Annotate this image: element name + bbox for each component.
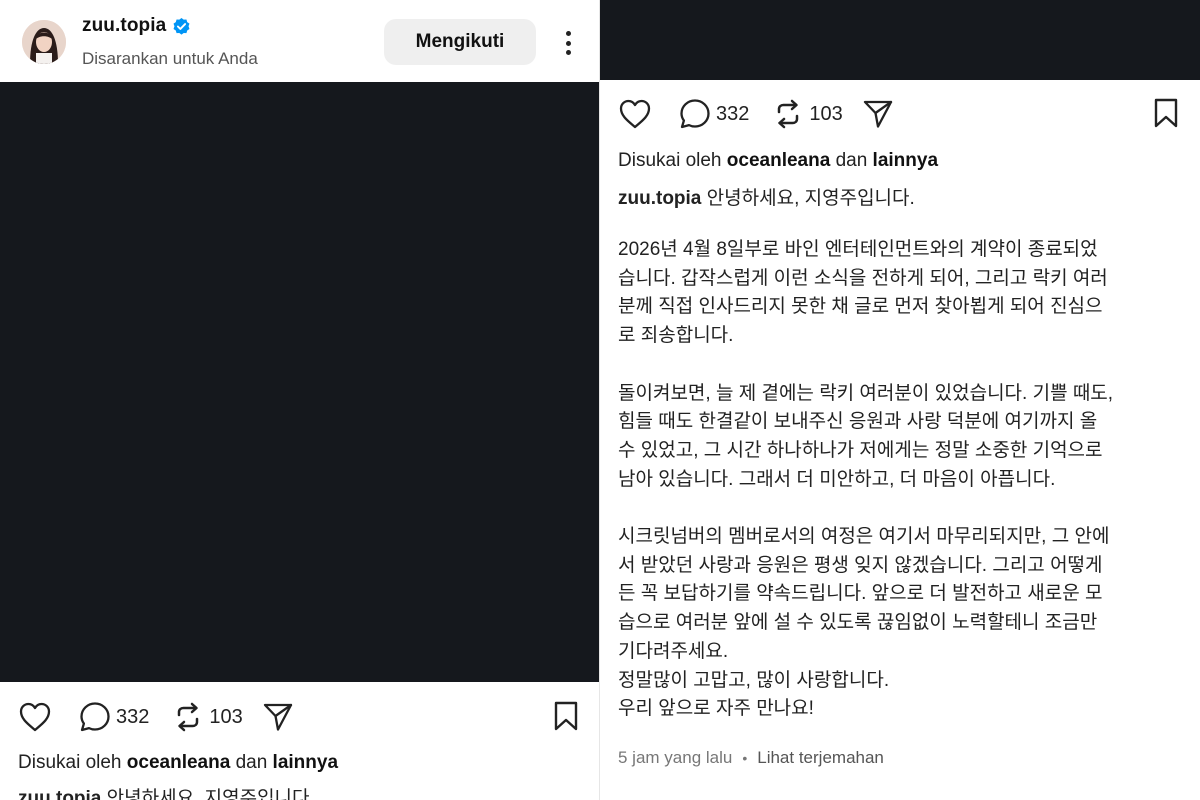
repost-button[interactable]: 103 [771,97,843,131]
likes-summary: Disukai oleh oceanleana dan lainnya [18,752,338,774]
caption-first-line: zuu.topia 안녕하세요, 지영주입니다. [618,183,915,210]
caption-text: 안녕하세요, 지영주입니다. [706,188,915,209]
likes-others[interactable]: lainnya [273,752,338,773]
username-row: zuu.topia [82,15,191,37]
repost-icon [178,702,199,732]
post-header: zuu.topia Disarankan untuk Anda Mengikut… [0,0,599,82]
caption-body: 2026년 4월 8일부로 바인 엔터테인먼트와의 계약이 종료되었 습니다. … [618,236,1188,724]
likes-middle: dan [235,752,268,773]
repost-button[interactable]: 103 [171,700,243,734]
like-button[interactable] [618,98,652,130]
liker-username[interactable]: oceanleana [127,752,231,773]
caption-author[interactable]: zuu.topia [18,788,101,800]
like-button[interactable] [18,701,52,733]
repost-icon [778,99,799,129]
bookmark-icon [1154,98,1178,128]
likes-prefix: Disukai oleh [18,752,122,773]
heart-icon [19,702,51,732]
meta-separator: • [742,750,748,766]
post-panel-left: zuu.topia Disarankan untuk Anda Mengikut… [0,0,600,800]
save-button[interactable] [552,700,580,737]
send-icon [263,703,292,731]
caption-first-line: zuu.topia 안녕하세요, 지영주입니다. [18,783,315,800]
comment-icon [680,99,710,129]
save-button[interactable] [1152,97,1180,134]
comment-button[interactable]: 332 [678,97,749,131]
likes-middle: dan [835,150,868,171]
share-button[interactable] [861,97,895,131]
more-vertical-icon[interactable] [556,26,580,60]
comment-count: 332 [716,102,750,125]
repost-count: 103 [809,102,843,125]
post-timestamp: 5 jam yang lalu [618,748,733,767]
share-button[interactable] [261,700,295,734]
liker-username[interactable]: oceanleana [727,150,831,171]
send-icon [863,100,892,128]
likes-others[interactable]: lainnya [873,150,938,171]
caption-text: 안녕하세요, 지영주입니다. [106,788,315,800]
action-bar: 332 103 [18,700,295,734]
likes-prefix: Disukai oleh [618,150,722,171]
caption-author[interactable]: zuu.topia [618,188,701,209]
suggested-label: Disarankan untuk Anda [82,49,258,68]
caption-paragraph: 시크릿넘버의 멤버로서의 여정은 여기서 마무리되지만, 그 안에 서 받았던 … [618,526,1110,720]
comment-icon [80,702,110,732]
verified-badge-icon [172,17,191,36]
see-translation-link[interactable]: Lihat terjemahan [757,748,884,768]
caption-paragraph: 돌이켜보면, 늘 제 곁에는 락키 여러분이 있었습니다. 기쁠 때도, 힘들 … [618,382,1114,490]
caption-paragraph: 2026년 4월 8일부로 바인 엔터테인먼트와의 계약이 종료되었 습니다. … [618,239,1108,347]
heart-icon [619,99,651,129]
post-media-bottom[interactable] [600,0,1200,80]
action-bar: 332 103 [618,97,895,131]
comment-count: 332 [116,705,150,728]
likes-summary: Disukai oleh oceanleana dan lainnya [618,150,938,172]
post-meta: 5 jam yang lalu • Lihat terjemahan [618,748,884,768]
username[interactable]: zuu.topia [82,15,166,37]
comment-button[interactable]: 332 [78,700,149,734]
post-media[interactable] [0,82,599,682]
avatar[interactable] [22,20,66,64]
post-panel-right: 332 103 Disukai oleh oceanleana dan lain… [600,0,1200,800]
bookmark-icon [554,701,578,731]
following-button[interactable]: Mengikuti [384,19,536,65]
repost-count: 103 [209,705,243,728]
